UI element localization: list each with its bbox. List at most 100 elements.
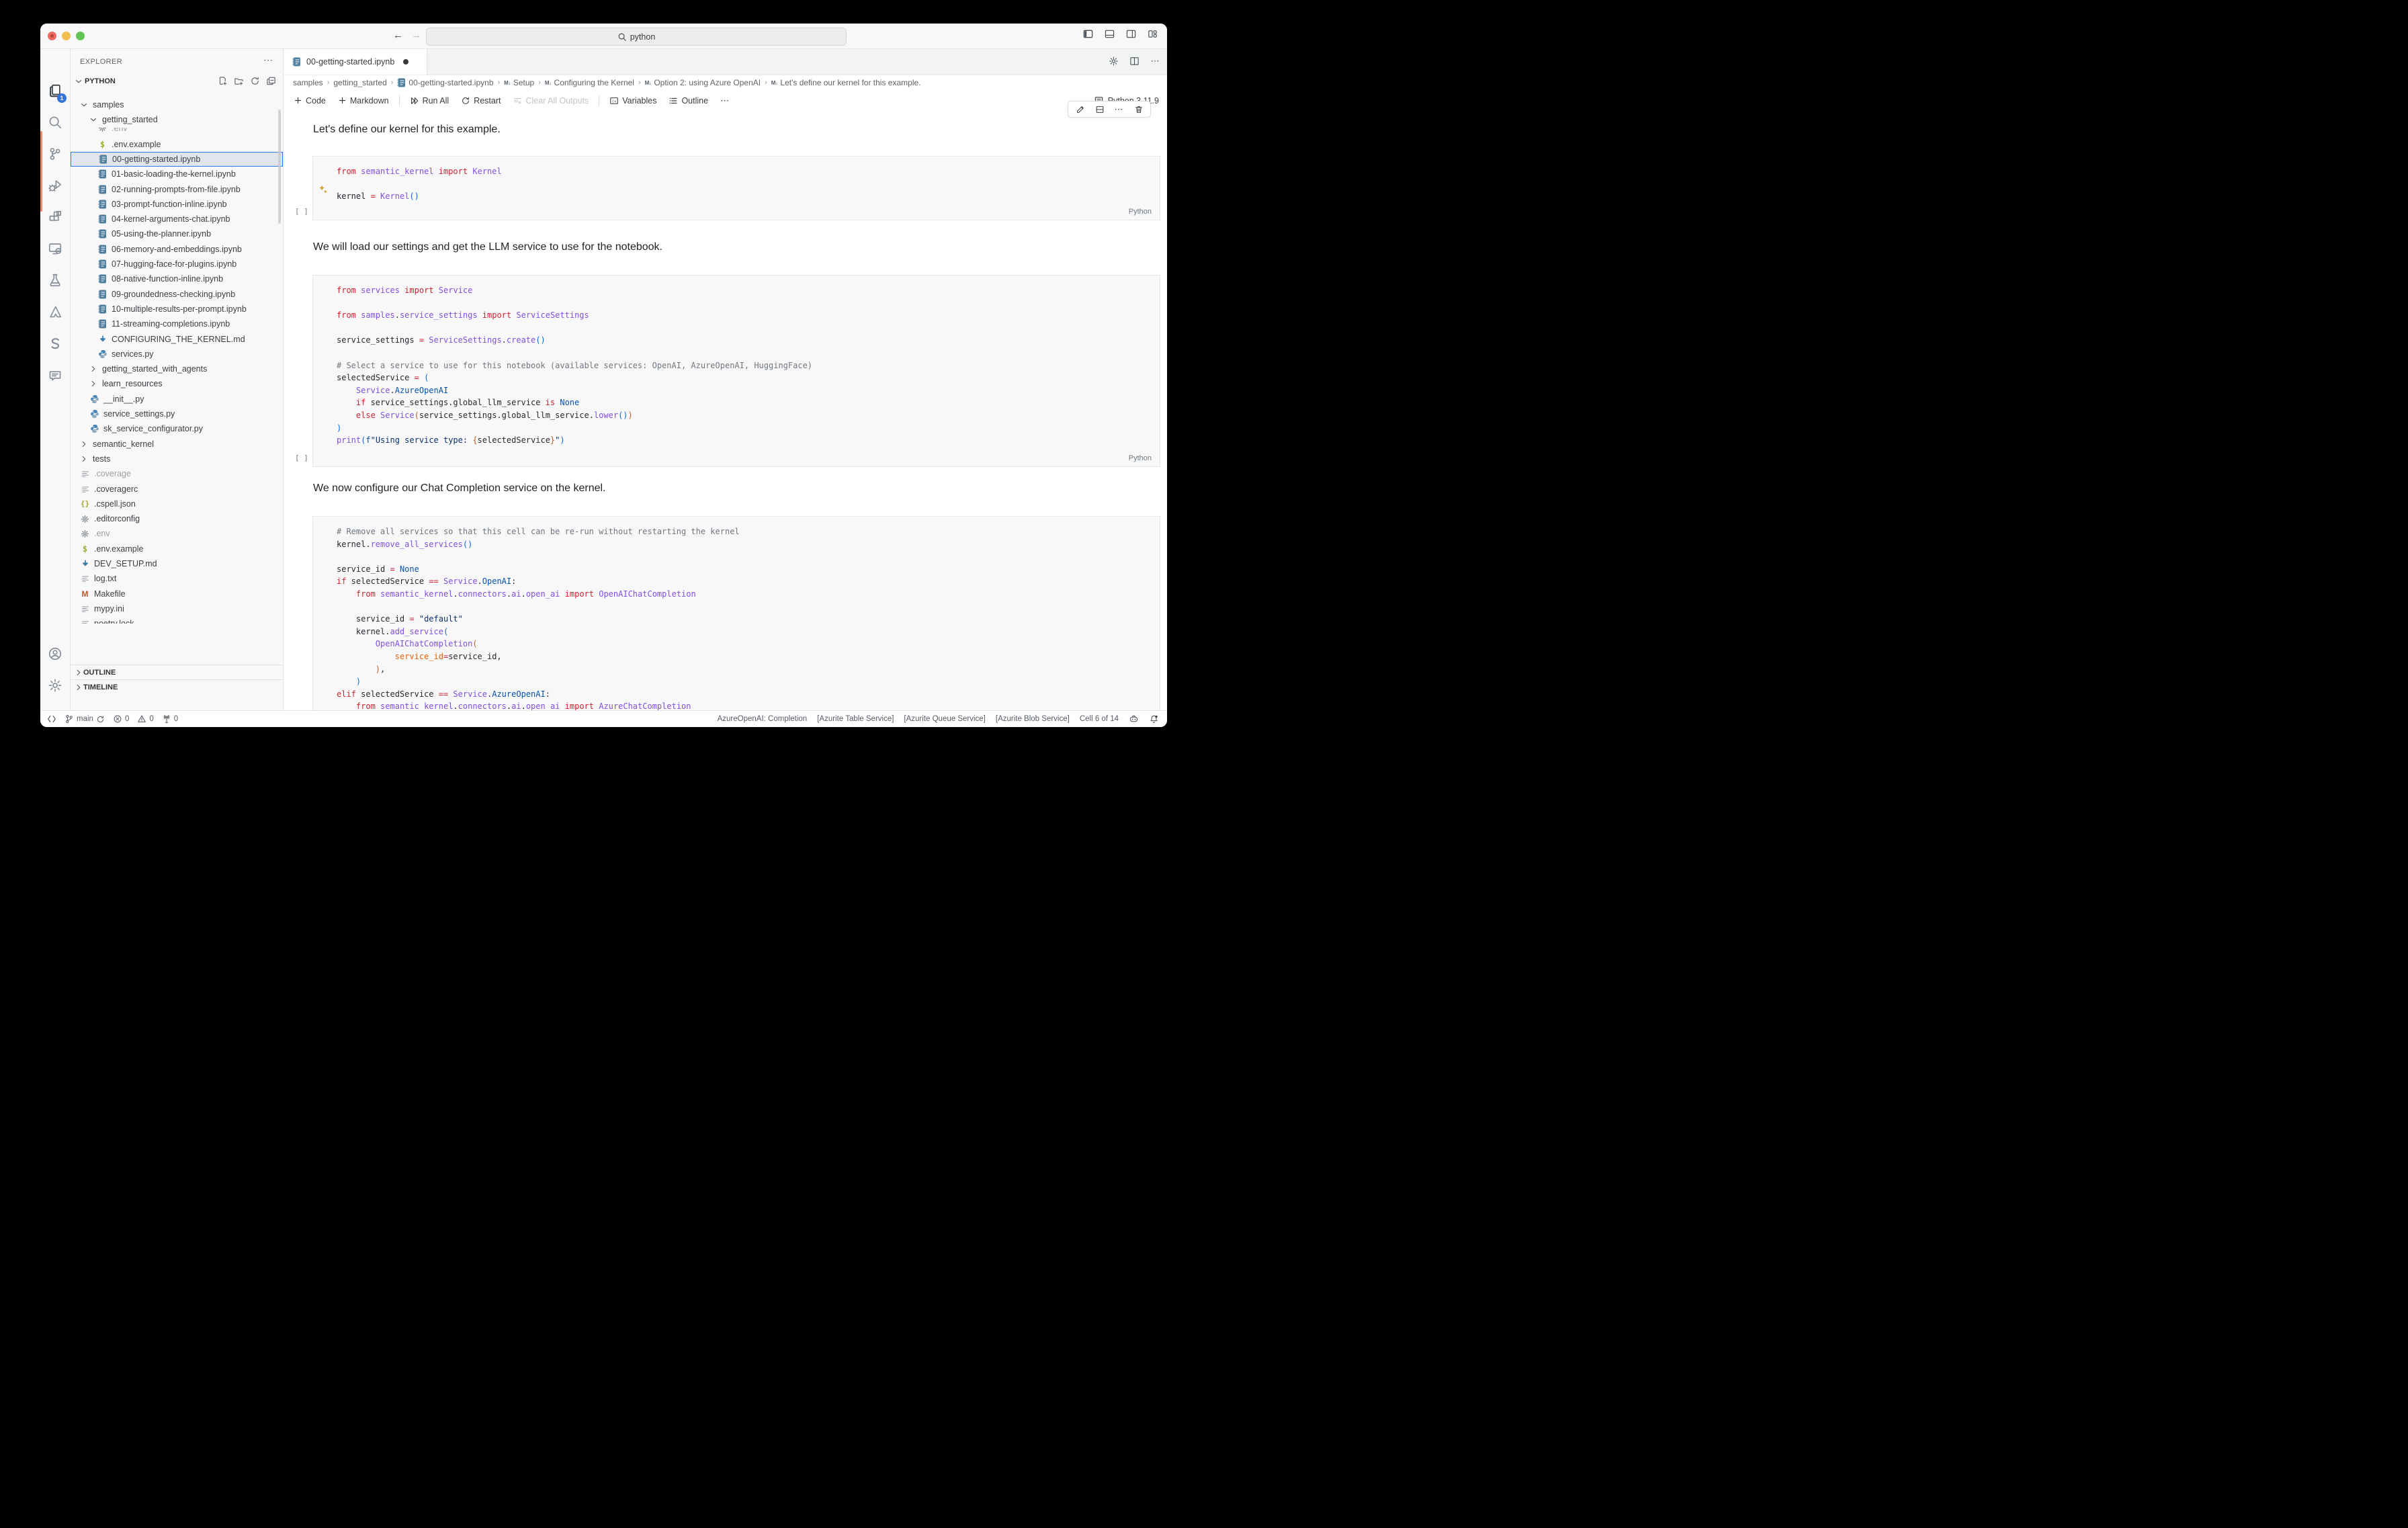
- toolbar-markdown-button[interactable]: Markdown: [333, 93, 394, 108]
- tree-file-service_settings.py[interactable]: service_settings.py: [71, 407, 283, 421]
- tree-folder-getting_started[interactable]: getting_started: [71, 112, 283, 127]
- activity-item-explorer[interactable]: 1: [40, 77, 70, 104]
- new-file-icon[interactable]: [218, 76, 228, 86]
- split-editor-icon[interactable]: [1129, 56, 1140, 66]
- status-copilot[interactable]: [1129, 714, 1139, 724]
- status-branch[interactable]: main: [64, 714, 105, 724]
- activity-item-settings[interactable]: [40, 672, 70, 699]
- activity-item-extensions[interactable]: [40, 204, 70, 230]
- more-icon[interactable]: ⋯: [1150, 56, 1160, 66]
- tree-file-Makefile[interactable]: M Makefile: [71, 587, 283, 601]
- split-cell-icon[interactable]: [1094, 104, 1105, 114]
- tree-folder-semantic_kernel[interactable]: semantic_kernel: [71, 437, 283, 452]
- toolbar-outline-button[interactable]: Outline: [664, 93, 713, 108]
- gear-icon[interactable]: [1109, 56, 1119, 66]
- breadcrumb-item[interactable]: M↓ Option 2: using Azure OpenAI: [645, 78, 761, 87]
- markdown-cell[interactable]: We will load our settings and get the LL…: [313, 241, 662, 253]
- collapse-all-icon[interactable]: [266, 76, 276, 86]
- toolbar-code-button[interactable]: Code: [289, 93, 331, 108]
- activity-item-run-debug[interactable]: [40, 172, 70, 199]
- trash-icon[interactable]: [1133, 104, 1144, 114]
- command-center-search[interactable]: python: [426, 28, 847, 46]
- sidebar-scrollbar[interactable]: [278, 110, 281, 224]
- tab-notebook[interactable]: 00-getting-started.ipynb: [284, 49, 427, 75]
- tree-folder-getting_started_with_agents[interactable]: getting_started_with_agents: [71, 362, 283, 376]
- cell-language-label[interactable]: Python: [1129, 454, 1152, 462]
- status-azurite-queue-service[interactable]: [Azurite Queue Service]: [904, 715, 985, 723]
- tree-file-__init__.py[interactable]: __init__.py: [71, 392, 283, 407]
- activity-item-chat[interactable]: [40, 362, 70, 388]
- toolbar-variables-button[interactable]: (x) Variables: [605, 93, 661, 108]
- status-cell-indicator[interactable]: Cell 6 of 14: [1080, 715, 1119, 723]
- tree-file-07-hugging-face-for-plugins.ipynb[interactable]: 07-hugging-face-for-plugins.ipynb: [71, 257, 283, 271]
- minimize-button[interactable]: [62, 32, 71, 40]
- section-python[interactable]: PYTHON: [71, 73, 283, 89]
- outline-section[interactable]: OUTLINE: [71, 665, 283, 680]
- tree-file-.cspell.json[interactable]: {} .cspell.json: [71, 497, 283, 511]
- tree-file-.env.example[interactable]: $ .env.example: [71, 137, 283, 152]
- tree-file-poetry.lock[interactable]: poetry.lock: [71, 616, 283, 624]
- tree-file-mypy.ini[interactable]: mypy.ini: [71, 601, 283, 616]
- code-cell[interactable]: from services import Service from sample…: [295, 275, 1160, 467]
- copilot-sparkle-icon[interactable]: ✦ ✦: [318, 183, 328, 195]
- back-button[interactable]: ←: [393, 30, 403, 41]
- tree-file-04-kernel-arguments-chat.ipynb[interactable]: 04-kernel-arguments-chat.ipynb: [71, 212, 283, 226]
- tree-file-10-multiple-results-per-prompt.ipynb[interactable]: 10-multiple-results-per-prompt.ipynb: [71, 302, 283, 316]
- tree-file-03-prompt-function-inline.ipynb[interactable]: 03-prompt-function-inline.ipynb: [71, 197, 283, 212]
- cell-language-label[interactable]: Python: [1129, 208, 1152, 216]
- markdown-cell[interactable]: Let's define our kernel for this example…: [313, 124, 501, 136]
- code-cell[interactable]: from semantic_kernel import Kernel kerne…: [295, 156, 1160, 220]
- tree-file-.env.example[interactable]: $ .env.example: [71, 542, 283, 556]
- activity-item-azure[interactable]: [40, 298, 70, 325]
- status-ports[interactable]: 0: [162, 714, 178, 724]
- tree-folder-samples[interactable]: samples: [71, 97, 283, 112]
- layout-sidebar-left-icon[interactable]: [1083, 29, 1093, 39]
- status-azurite-blob-service[interactable]: [Azurite Blob Service]: [996, 715, 1070, 723]
- toolbar-restart-button[interactable]: Restart: [456, 93, 505, 108]
- activity-item-accounts[interactable]: [40, 640, 70, 667]
- breadcrumb-item[interactable]: M↓ Setup: [504, 78, 534, 87]
- layout-panel-icon[interactable]: [1105, 29, 1115, 39]
- breadcrumb-item[interactable]: getting_started: [333, 78, 386, 87]
- explorer-more-icon[interactable]: ⋯: [263, 54, 273, 66]
- tree-file-.editorconfig[interactable]: .editorconfig: [71, 511, 283, 526]
- timeline-section[interactable]: TIMELINE: [71, 679, 283, 695]
- more-icon[interactable]: ⋯: [1114, 104, 1124, 114]
- status-azurite-table-service[interactable]: [Azurite Table Service]: [817, 715, 894, 723]
- status-notifications[interactable]: [1149, 714, 1159, 724]
- tree-file-09-groundedness-checking.ipynb[interactable]: 09-groundedness-checking.ipynb: [71, 287, 283, 302]
- edit-icon[interactable]: [1075, 104, 1085, 114]
- refresh-icon[interactable]: [250, 76, 260, 86]
- tree-folder-learn_resources[interactable]: learn_resources: [71, 376, 283, 391]
- tree-file-01-basic-loading-the-kernel.ipynb[interactable]: 01-basic-loading-the-kernel.ipynb: [71, 167, 283, 181]
- markdown-cell[interactable]: We now configure our Chat Completion ser…: [313, 482, 605, 495]
- tree-folder-tests[interactable]: tests: [71, 452, 283, 466]
- toolbar-more-button[interactable]: ⋯: [716, 93, 734, 109]
- status-remote[interactable]: [47, 714, 56, 724]
- tree-file-11-streaming-completions.ipynb[interactable]: 11-streaming-completions.ipynb: [71, 316, 283, 331]
- activity-item-s-extension[interactable]: [40, 330, 70, 357]
- new-folder-icon[interactable]: [234, 76, 244, 86]
- forward-button[interactable]: →: [411, 30, 421, 41]
- tree-file-08-native-function-inline.ipynb[interactable]: 08-native-function-inline.ipynb: [71, 271, 283, 286]
- tree-file-.env[interactable]: .env: [71, 127, 283, 136]
- tree-file-.env[interactable]: .env: [71, 526, 283, 541]
- layout-grid-icon[interactable]: [1148, 29, 1158, 39]
- tree-file-sk_service_configurator.py[interactable]: sk_service_configurator.py: [71, 421, 283, 436]
- breadcrumb-item[interactable]: M↓ Configuring the Kernel: [545, 78, 634, 87]
- tree-file-.coverage[interactable]: .coverage: [71, 466, 283, 481]
- breadcrumb-item[interactable]: 00-getting-started.ipynb: [397, 78, 494, 87]
- code-cell[interactable]: # Remove all services so that this cell …: [312, 516, 1160, 711]
- close-button[interactable]: [48, 32, 56, 40]
- tree-file-05-using-the-planner.ipynb[interactable]: 05-using-the-planner.ipynb: [71, 226, 283, 241]
- activity-item-search[interactable]: [40, 109, 70, 136]
- tree-file-00-getting-started.ipynb[interactable]: 00-getting-started.ipynb: [71, 151, 283, 167]
- breadcrumb-item[interactable]: samples: [293, 78, 323, 87]
- status-errors[interactable]: 0: [113, 714, 129, 724]
- tree-file-DEV_SETUP.md[interactable]: DEV_SETUP.md: [71, 556, 283, 571]
- tree-file-06-memory-and-embeddings.ipynb[interactable]: 06-memory-and-embeddings.ipynb: [71, 242, 283, 257]
- modified-dot-icon[interactable]: [403, 59, 409, 65]
- activity-item-source-control[interactable]: [40, 140, 70, 167]
- tree-file-log.txt[interactable]: log.txt: [71, 571, 283, 586]
- tree-file-.coveragerc[interactable]: .coveragerc: [71, 482, 283, 497]
